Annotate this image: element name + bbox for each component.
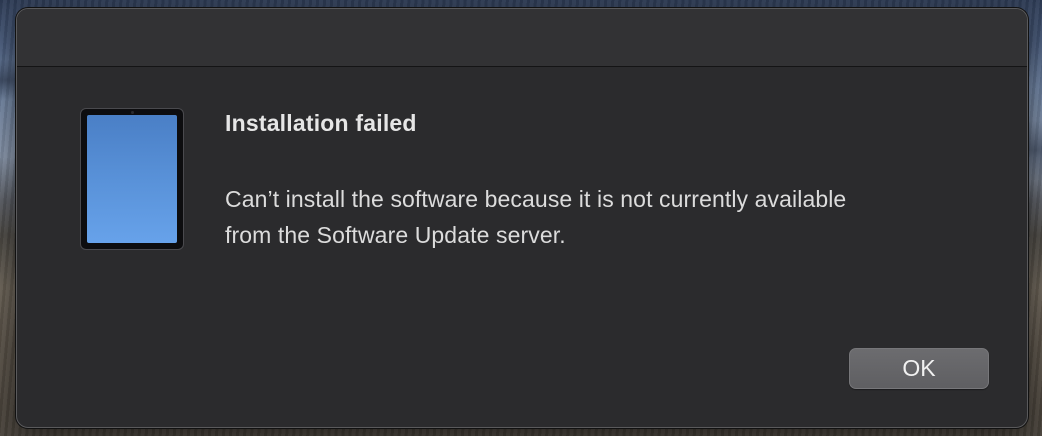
dialog-message-line: Can’t install the software because it is… — [225, 186, 847, 212]
device-screen — [87, 115, 177, 243]
ipad-device-icon — [80, 108, 184, 250]
dialog-message-line: from the Software Update server. — [225, 222, 566, 248]
dialog-message: Can’t install the software because it is… — [225, 181, 985, 253]
dialog-title: Installation failed — [225, 110, 417, 136]
ok-button[interactable]: OK — [849, 348, 989, 389]
dialog-titlebar[interactable] — [17, 9, 1027, 67]
alert-dialog: Installation failed Can’t install the so… — [16, 8, 1028, 428]
device-camera — [130, 111, 134, 114]
